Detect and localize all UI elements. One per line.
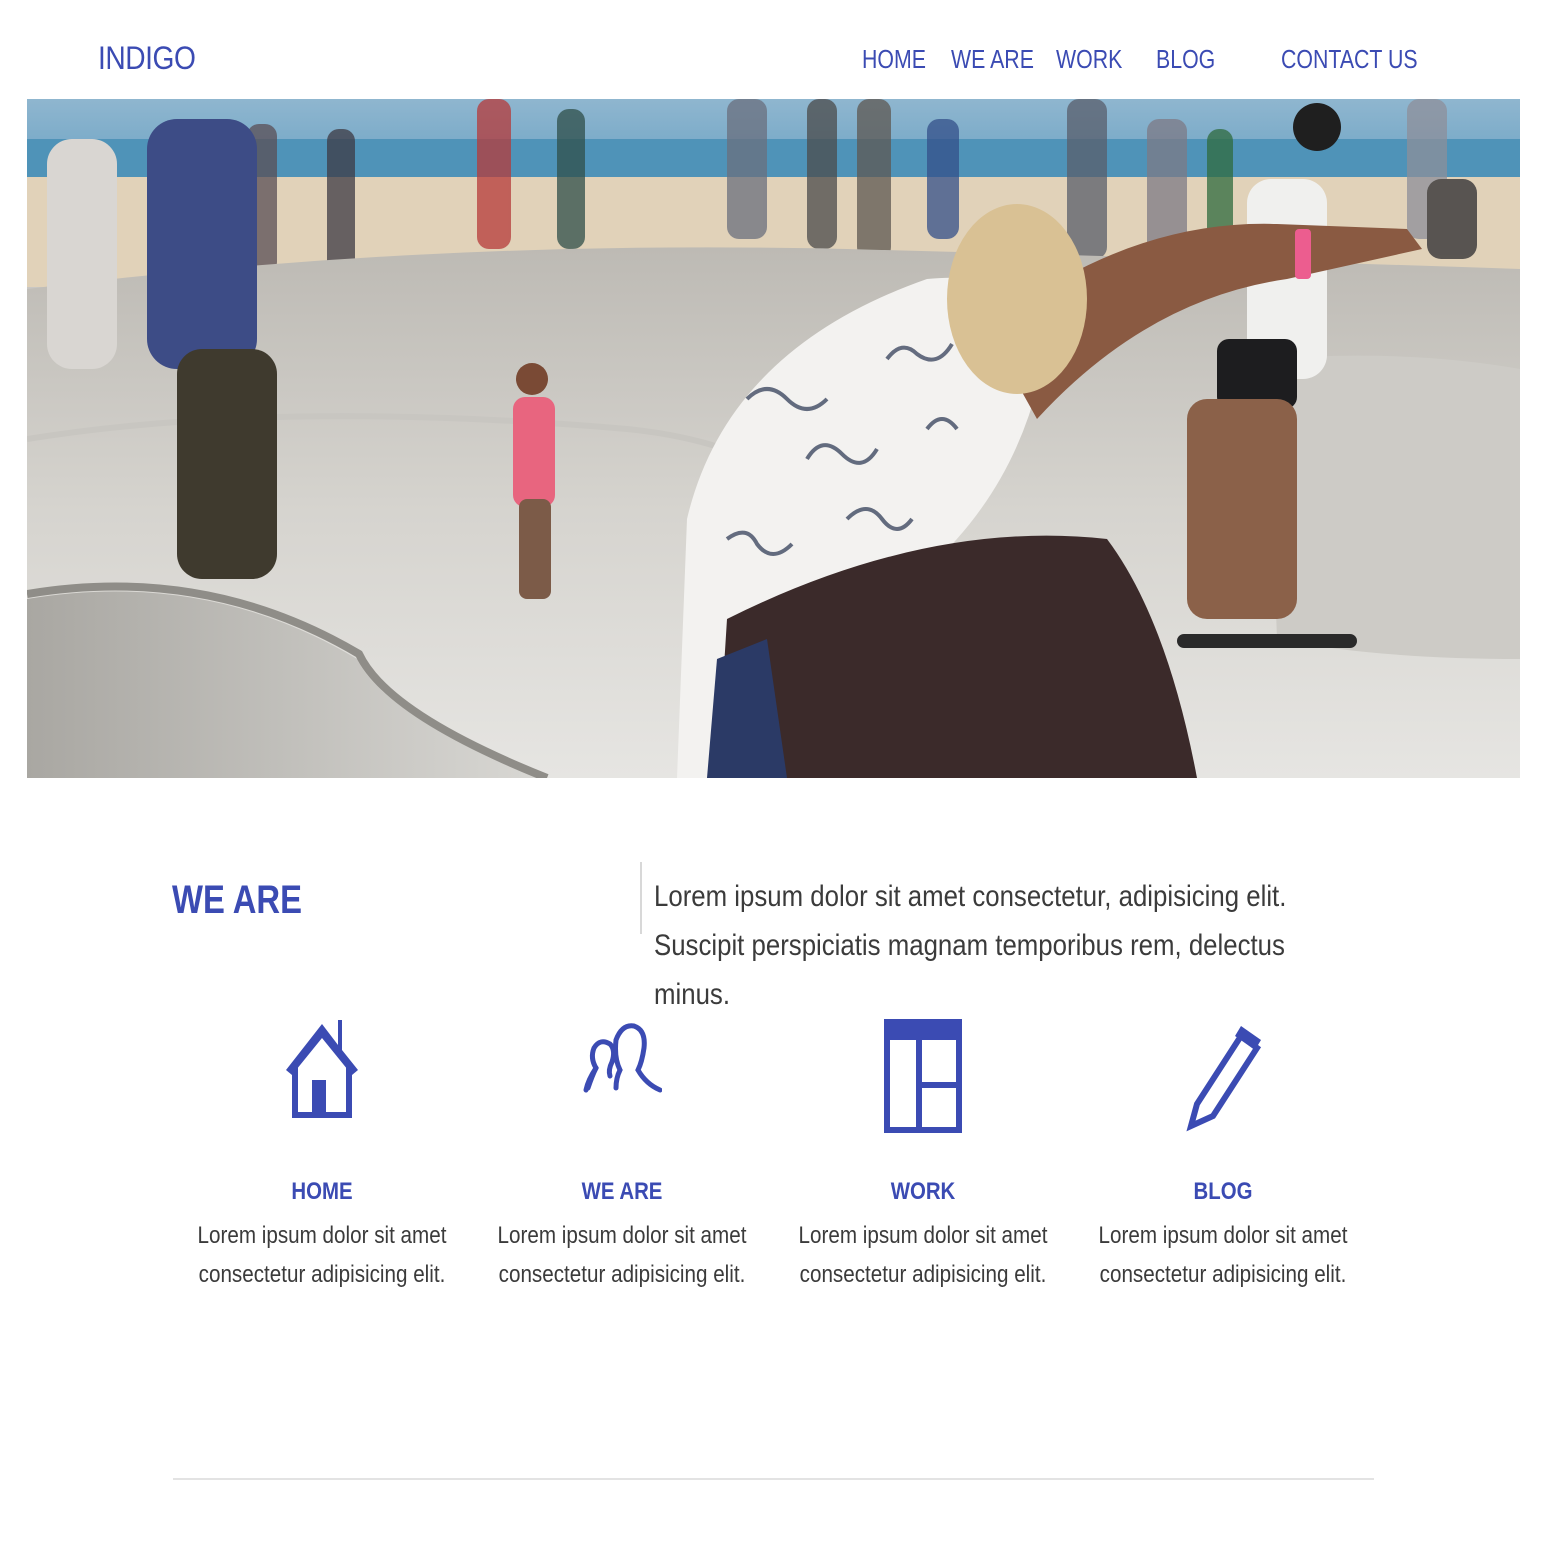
nav-work[interactable]: WORK xyxy=(1056,44,1122,75)
section-title: WE ARE xyxy=(172,878,302,922)
nav-home[interactable]: HOME xyxy=(862,44,926,75)
nav-contact-us[interactable]: CONTACT US xyxy=(1281,44,1418,75)
feature-text: Lorem ipsum dolor sit amet consectetur a… xyxy=(798,1222,1048,1288)
page: INDIGO HOME WE ARE WORK BLOG CONTACT US xyxy=(0,0,1550,1550)
section-divider xyxy=(640,862,642,934)
home-icon xyxy=(286,1020,358,1118)
feature-text: Lorem ipsum dolor sit amet consectetur a… xyxy=(497,1222,747,1288)
pencil-icon xyxy=(1186,1026,1262,1132)
feature-text: Lorem ipsum dolor sit amet consectetur a… xyxy=(1098,1222,1348,1288)
footer-divider xyxy=(173,1478,1374,1480)
feature-title: WE ARE xyxy=(581,1178,663,1205)
feature-work[interactable]: WORK Lorem ipsum dolor sit amet consecte… xyxy=(773,1018,1073,1294)
nav-blog[interactable]: BLOG xyxy=(1156,44,1215,75)
intro-text: Lorem ipsum dolor sit amet consectetur, … xyxy=(654,880,1287,1011)
people-icon xyxy=(583,1023,662,1093)
feature-text: Lorem ipsum dolor sit amet consectetur a… xyxy=(197,1222,447,1288)
feature-title: HOME xyxy=(291,1178,353,1205)
feature-title: BLOG xyxy=(1193,1178,1253,1205)
feature-we-are[interactable]: WE ARE Lorem ipsum dolor sit amet consec… xyxy=(472,1018,772,1294)
hero-image xyxy=(27,99,1520,778)
feature-home[interactable]: HOME Lorem ipsum dolor sit amet consecte… xyxy=(172,1018,472,1294)
layout-icon xyxy=(884,1019,962,1133)
main-nav: HOME WE ARE WORK BLOG CONTACT US xyxy=(0,44,1550,80)
feature-blog[interactable]: BLOG Lorem ipsum dolor sit amet consecte… xyxy=(1073,1018,1373,1294)
feature-title: WORK xyxy=(890,1178,956,1205)
nav-we-are[interactable]: WE ARE xyxy=(951,44,1034,75)
